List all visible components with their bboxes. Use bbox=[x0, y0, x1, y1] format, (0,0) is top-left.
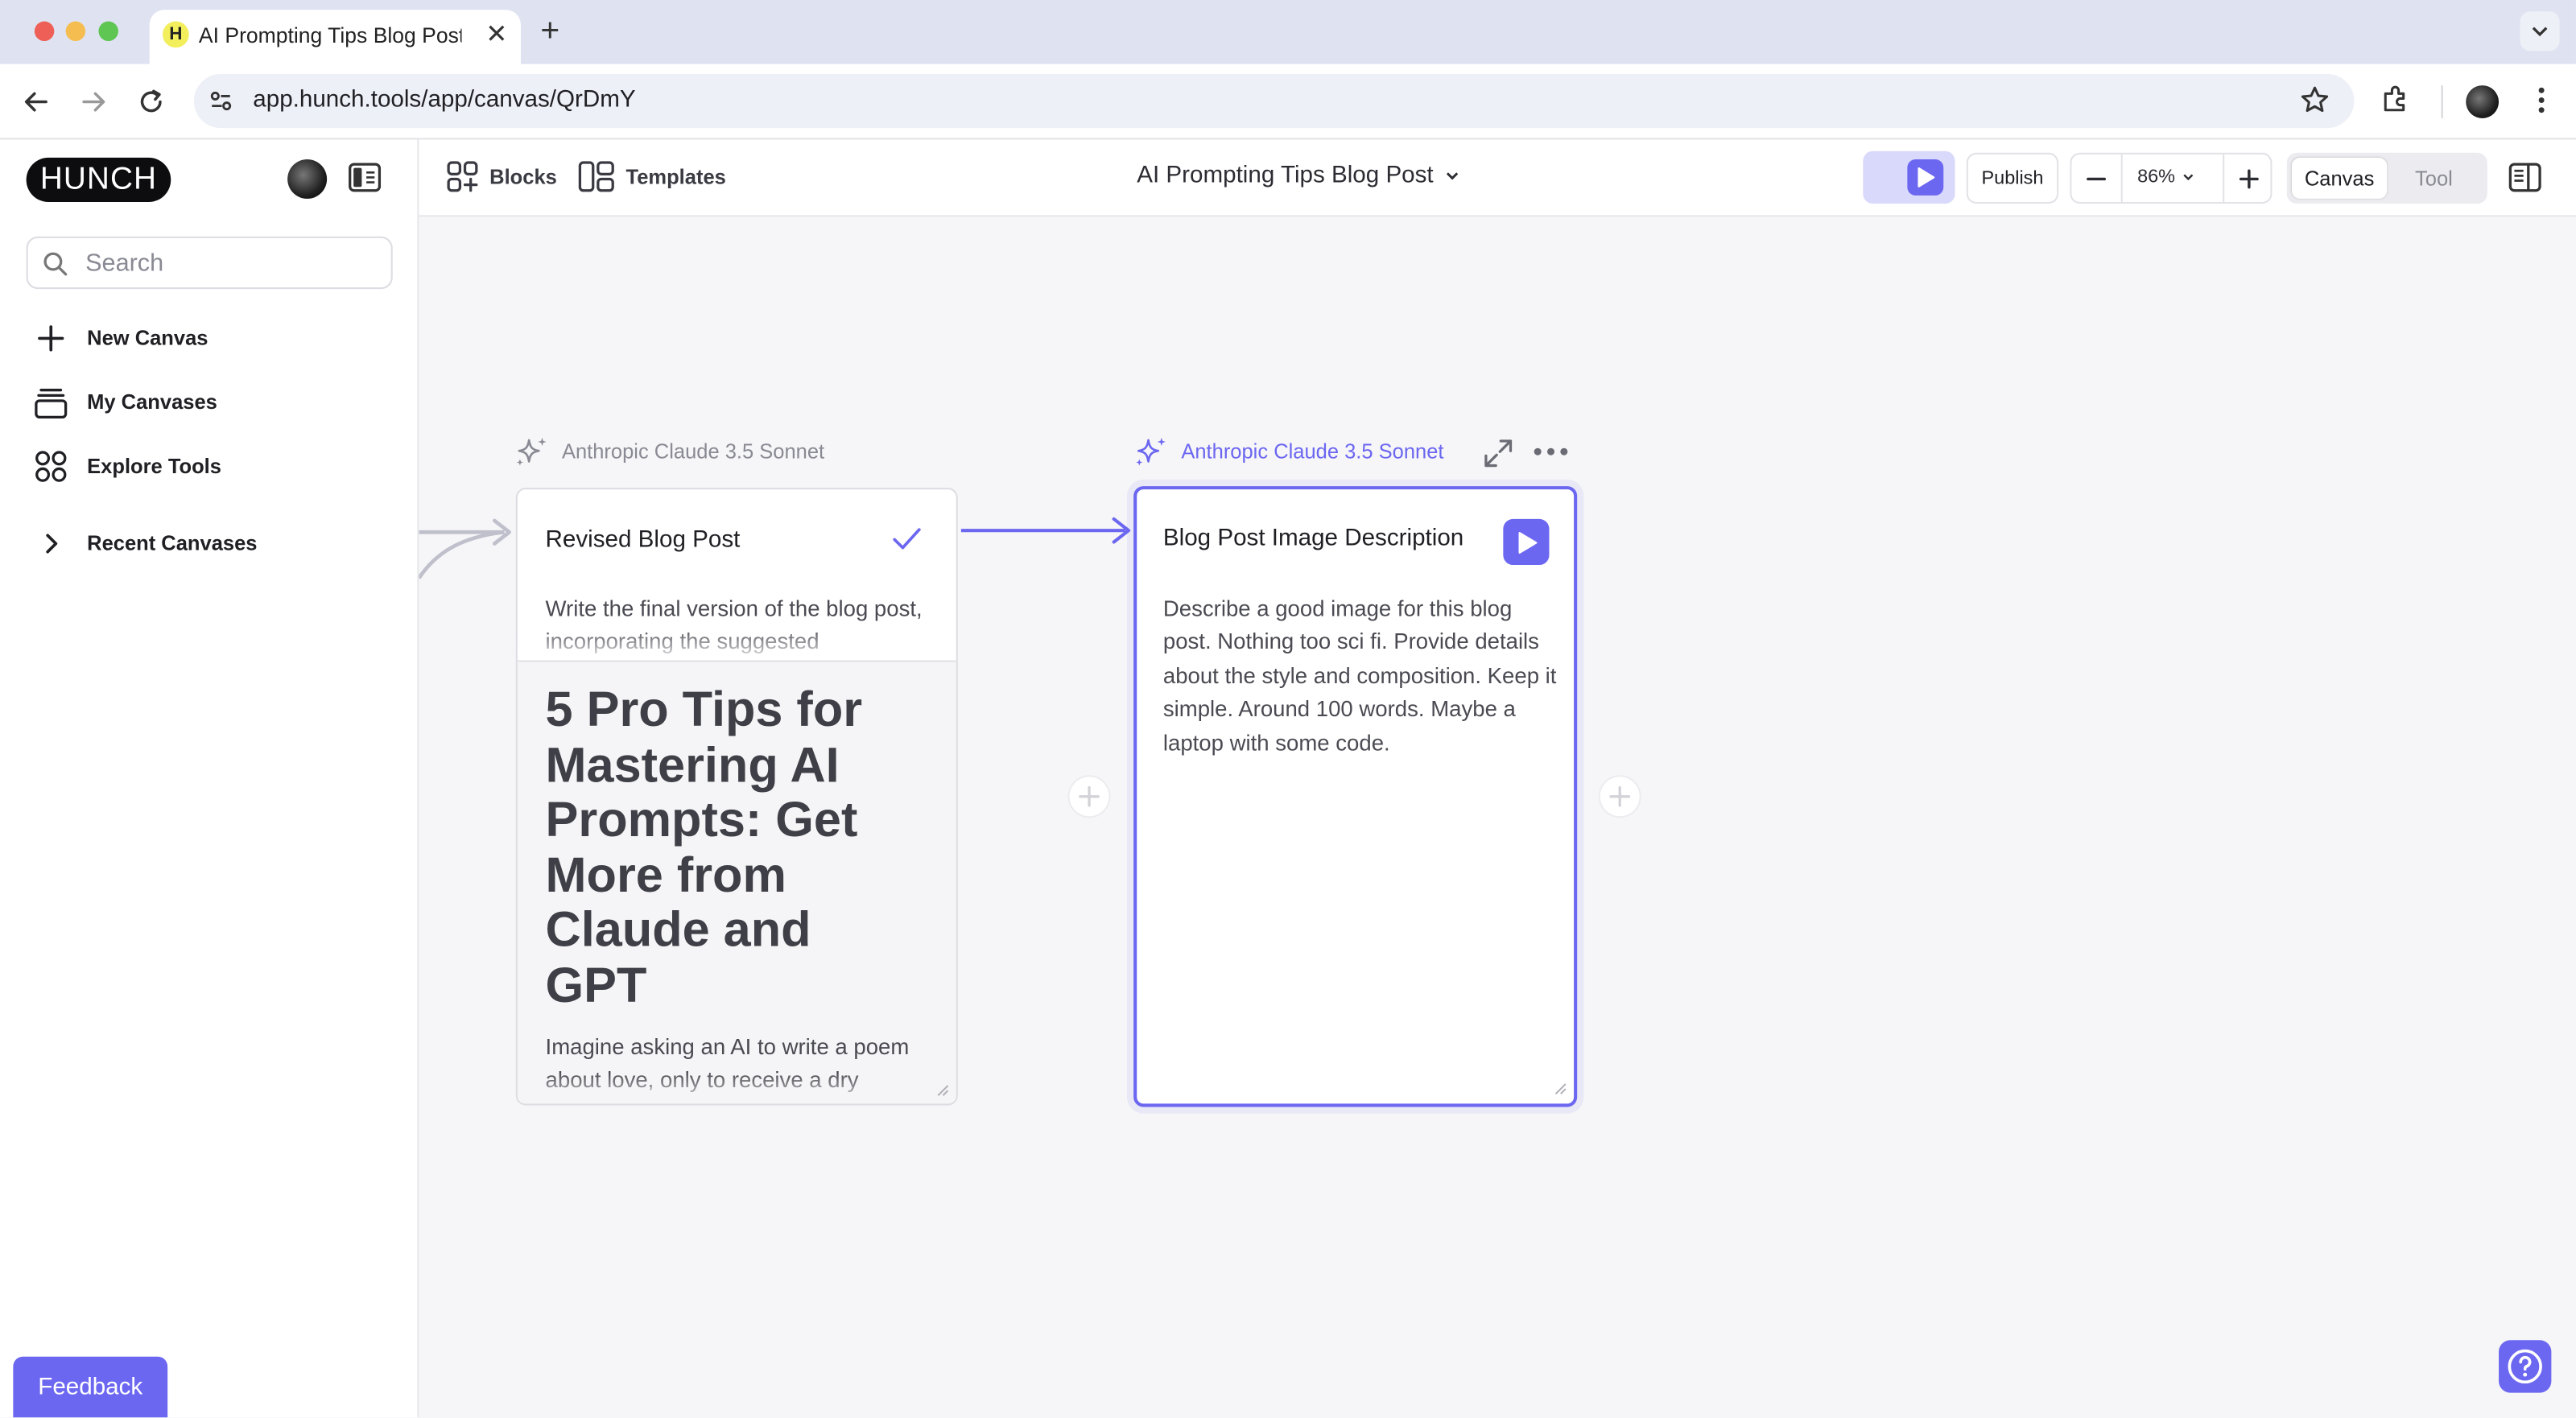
expand-icon[interactable] bbox=[1482, 437, 1515, 470]
back-arrow-icon[interactable] bbox=[19, 85, 52, 118]
resize-handle-icon[interactable] bbox=[1553, 1081, 1567, 1095]
mode-tool-tab[interactable]: Tool bbox=[2388, 158, 2479, 199]
search-placeholder: Search bbox=[85, 249, 164, 278]
run-all-button[interactable] bbox=[1863, 150, 1955, 204]
app-sidebar: HUNCH Search New Canvas My Canvases Expl… bbox=[0, 139, 419, 1418]
node-card-revised-blog-post[interactable]: Revised Blog Post Write the final versio… bbox=[515, 488, 958, 1106]
templates-icon bbox=[578, 161, 614, 192]
sidebar-item-explore-tools[interactable]: Explore Tools bbox=[33, 447, 221, 486]
chevron-down-icon bbox=[2183, 174, 2194, 181]
publish-button[interactable]: Publish bbox=[1966, 152, 2059, 204]
minimize-window-button[interactable] bbox=[65, 21, 86, 42]
templates-button[interactable]: Templates bbox=[578, 161, 726, 192]
play-icon bbox=[1907, 159, 1944, 196]
new-tab-button[interactable]: + bbox=[540, 13, 559, 51]
output-heading: 5 Pro Tips for Mastering AI Prompts: Get… bbox=[545, 682, 863, 1014]
sidebar-item-label: Recent Canvases bbox=[87, 532, 258, 555]
extensions-icon[interactable] bbox=[2379, 84, 2412, 117]
blocks-button[interactable]: Blocks bbox=[447, 161, 557, 192]
blocks-icon bbox=[447, 161, 478, 192]
plus-icon bbox=[38, 325, 64, 352]
minus-icon bbox=[2087, 176, 2106, 180]
sidebar-item-label: Explore Tools bbox=[87, 455, 221, 478]
node-prompt[interactable]: Describe a good image for this blog post… bbox=[1163, 593, 1558, 761]
help-icon bbox=[2508, 1349, 2542, 1384]
chevron-down-icon bbox=[1445, 172, 1458, 180]
app-header: Blocks Templates AI Prompting Tips Blog … bbox=[419, 139, 2576, 217]
side-panel-icon[interactable] bbox=[2508, 163, 2541, 192]
sidebar-item-label: New Canvas bbox=[87, 327, 208, 350]
run-node-button[interactable] bbox=[1503, 518, 1550, 566]
help-button[interactable] bbox=[2499, 1340, 2552, 1393]
sidebar-item-label: My Canvases bbox=[87, 390, 217, 414]
play-icon bbox=[1517, 530, 1537, 553]
zoom-level-dropdown[interactable]: 86% bbox=[2137, 167, 2194, 188]
output-fade bbox=[517, 1072, 956, 1104]
node-title: Blog Post Image Description bbox=[1162, 526, 1464, 552]
chevron-right-icon bbox=[46, 534, 58, 554]
node-card-image-description[interactable]: Blog Post Image Description Describe a g… bbox=[1133, 486, 1578, 1107]
tab-search-button[interactable] bbox=[2520, 11, 2560, 52]
view-mode-toggle: Canvas Tool bbox=[2286, 152, 2487, 204]
stack-icon bbox=[35, 389, 68, 418]
search-icon bbox=[43, 252, 68, 276]
model-name: Anthropic Claude 3.5 Sonnet bbox=[561, 439, 825, 464]
model-name: Anthropic Claude 3.5 Sonnet bbox=[1181, 439, 1444, 464]
tab-title: AI Prompting Tips Blog Post | bbox=[198, 23, 462, 48]
prompt-fade bbox=[517, 627, 956, 664]
node-model-label: Anthropic Claude 3.5 Sonnet bbox=[1133, 435, 1444, 468]
sidebar-item-recent-canvases[interactable]: Recent Canvases bbox=[33, 524, 258, 563]
sidebar-item-new-canvas[interactable]: New Canvas bbox=[33, 319, 208, 358]
forward-arrow-icon[interactable] bbox=[77, 85, 110, 118]
reload-icon[interactable] bbox=[134, 85, 167, 118]
zoom-level: 86% bbox=[2137, 167, 2176, 188]
add-node-button[interactable] bbox=[1069, 777, 1109, 817]
maximize-window-button[interactable] bbox=[98, 21, 118, 42]
zoom-control: 86% bbox=[2070, 152, 2273, 204]
sidebar-item-my-canvases[interactable]: My Canvases bbox=[33, 383, 217, 423]
site-settings-icon[interactable] bbox=[208, 89, 233, 113]
canvas-title: AI Prompting Tips Blog Post bbox=[1137, 163, 1434, 189]
search-input[interactable]: Search bbox=[26, 236, 393, 290]
plus-icon bbox=[1609, 785, 1631, 807]
grid-icon bbox=[35, 451, 67, 482]
zoom-in-button[interactable] bbox=[2224, 155, 2273, 202]
templates-label: Templates bbox=[625, 165, 726, 188]
sparkle-icon bbox=[516, 437, 547, 466]
sidebar-toggle-icon[interactable] bbox=[349, 163, 382, 192]
node-model-label: Anthropic Claude 3.5 Sonnet bbox=[514, 435, 824, 468]
close-window-button[interactable] bbox=[34, 21, 55, 42]
check-icon bbox=[893, 528, 921, 550]
zoom-out-button[interactable] bbox=[2071, 155, 2120, 202]
plus-icon bbox=[1079, 785, 1100, 807]
canvas-title-dropdown[interactable]: AI Prompting Tips Blog Post bbox=[1137, 163, 1459, 189]
profile-avatar[interactable] bbox=[2466, 85, 2500, 118]
browser-tab-strip: H AI Prompting Tips Blog Post | ✕ + bbox=[0, 0, 2576, 64]
add-node-button[interactable] bbox=[1600, 777, 1640, 817]
tab-close-icon[interactable]: ✕ bbox=[485, 18, 507, 51]
more-options-icon[interactable] bbox=[1533, 443, 1569, 460]
browser-tab[interactable]: H AI Prompting Tips Blog Post | ✕ bbox=[149, 10, 521, 64]
bookmark-star-icon[interactable] bbox=[2298, 84, 2331, 117]
browser-menu-icon[interactable] bbox=[2525, 84, 2558, 117]
chevron-down-icon bbox=[2532, 27, 2548, 37]
node-output[interactable]: 5 Pro Tips for Mastering AI Prompts: Get… bbox=[517, 660, 956, 1104]
node-title: Revised Blog Post bbox=[545, 527, 741, 554]
browser-toolbar: app.hunch.tools/app/canvas/QrDmY bbox=[0, 64, 2576, 140]
feedback-button[interactable]: Feedback bbox=[13, 1356, 168, 1418]
toolbar-divider bbox=[2441, 85, 2443, 118]
address-bar[interactable]: app.hunch.tools/app/canvas/QrDmY bbox=[193, 73, 2355, 129]
blocks-label: Blocks bbox=[489, 165, 557, 188]
divider bbox=[2120, 154, 2123, 203]
mode-canvas-tab[interactable]: Canvas bbox=[2291, 157, 2388, 199]
hunch-logo[interactable]: HUNCH bbox=[26, 157, 171, 203]
sparkle-icon bbox=[1136, 437, 1166, 466]
favicon-icon: H bbox=[163, 21, 189, 48]
workflow-canvas[interactable]: Anthropic Claude 3.5 Sonnet Revised Blog… bbox=[419, 216, 2576, 1418]
plus-icon bbox=[2239, 168, 2259, 188]
user-avatar[interactable] bbox=[287, 159, 328, 199]
url-text: app.hunch.tools/app/canvas/QrDmY bbox=[253, 87, 636, 113]
resize-handle-icon[interactable] bbox=[935, 1082, 949, 1097]
